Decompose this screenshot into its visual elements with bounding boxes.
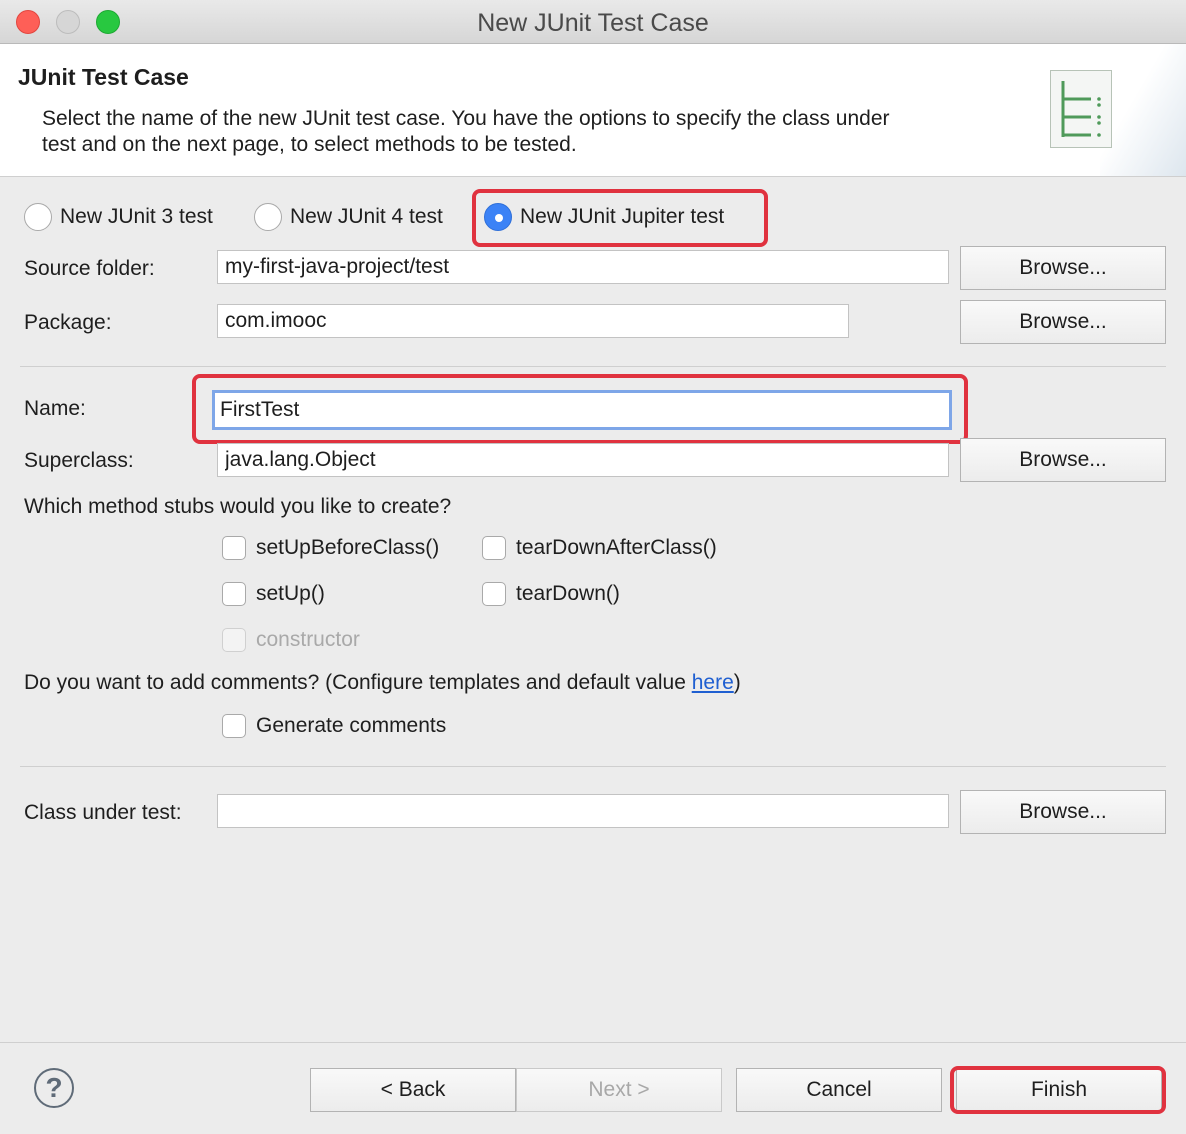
source-folder-input[interactable] [217, 250, 949, 284]
checkbox-generate-comments[interactable]: Generate comments [222, 714, 446, 738]
checkbox-teardown[interactable]: tearDown() [482, 582, 620, 606]
junit-wizard-icon [1050, 70, 1112, 148]
superclass-label: Superclass: [24, 449, 134, 472]
checkbox-setup[interactable]: setUp() [222, 582, 325, 606]
radio-junit3[interactable]: New JUnit 3 test [24, 203, 213, 231]
next-button: Next > [516, 1068, 722, 1112]
comments-question: Do you want to add comments? (Configure … [24, 671, 741, 695]
checkbox-unchecked-icon [222, 714, 246, 738]
checkbox-label: Generate comments [256, 714, 447, 737]
package-input[interactable] [217, 304, 849, 338]
radio-junit-jupiter[interactable]: New JUnit Jupiter test [484, 203, 724, 231]
radio-junit-jupiter-label: New JUnit Jupiter test [520, 205, 725, 228]
checkbox-unchecked-icon [482, 582, 506, 606]
name-input[interactable] [212, 390, 952, 430]
window-title: New JUnit Test Case [477, 9, 709, 37]
checkbox-label: tearDownAfterClass() [516, 536, 717, 559]
footer-separator [0, 1042, 1186, 1043]
checkbox-constructor: constructor [222, 628, 360, 652]
page-title: JUnit Test Case [18, 64, 189, 90]
class-under-test-browse-button[interactable]: Browse... [960, 790, 1166, 834]
back-button[interactable]: < Back [310, 1068, 516, 1112]
page-description: Select the name of the new JUnit test ca… [42, 107, 890, 156]
comments-question-suffix: ) [733, 671, 741, 694]
window-title-bar: New JUnit Test Case [0, 0, 1186, 44]
checkbox-setup-before-class[interactable]: setUpBeforeClass() [222, 536, 439, 560]
wizard-header: JUnit Test Case Select the name of the n… [0, 44, 1186, 177]
radio-unchecked-icon [254, 203, 282, 231]
checkbox-teardown-after-class[interactable]: tearDownAfterClass() [482, 536, 717, 560]
superclass-browse-button[interactable]: Browse... [960, 438, 1166, 482]
package-browse-button[interactable]: Browse... [960, 300, 1166, 344]
checkbox-label: setUp() [256, 582, 325, 605]
source-folder-browse-button[interactable]: Browse... [960, 246, 1166, 290]
checkbox-disabled-icon [222, 628, 246, 652]
separator [20, 766, 1166, 767]
configure-templates-link[interactable]: here [692, 671, 734, 694]
radio-junit4[interactable]: New JUnit 4 test [254, 203, 443, 231]
superclass-input[interactable] [217, 443, 949, 477]
class-under-test-input[interactable] [217, 794, 949, 828]
finish-button[interactable]: Finish [956, 1068, 1162, 1112]
checkbox-unchecked-icon [482, 536, 506, 560]
checkbox-label: setUpBeforeClass() [256, 536, 440, 559]
cancel-button[interactable]: Cancel [736, 1068, 942, 1112]
checkbox-label: constructor [256, 628, 360, 651]
radio-checked-icon [484, 203, 512, 231]
checkbox-unchecked-icon [222, 536, 246, 560]
method-stubs-question: Which method stubs would you like to cre… [24, 495, 452, 518]
radio-junit3-label: New JUnit 3 test [60, 205, 213, 228]
radio-junit4-label: New JUnit 4 test [290, 205, 443, 228]
comments-question-text: Do you want to add comments? (Configure … [24, 671, 692, 694]
source-folder-label: Source folder: [24, 257, 155, 280]
help-icon[interactable]: ? [34, 1068, 74, 1108]
radio-unchecked-icon [24, 203, 52, 231]
separator [20, 366, 1166, 367]
checkbox-label: tearDown() [516, 582, 620, 605]
checkbox-unchecked-icon [222, 582, 246, 606]
package-label: Package: [24, 311, 112, 334]
class-under-test-label: Class under test: [24, 801, 182, 824]
name-label: Name: [24, 397, 86, 420]
